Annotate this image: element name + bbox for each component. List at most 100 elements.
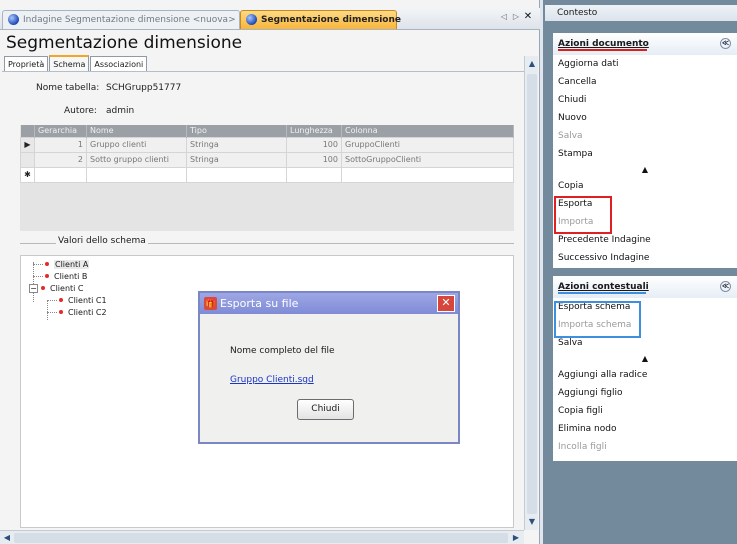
table-row[interactable]: 2 Sotto gruppo clienti Stringa 100 Sotto… bbox=[20, 151, 514, 168]
action-successivo-indagine[interactable]: Successivo Indagine bbox=[553, 249, 737, 267]
cell-lunghezza[interactable]: 100 bbox=[286, 136, 342, 153]
cell-nome[interactable]: Gruppo clienti bbox=[86, 136, 187, 153]
cell-empty[interactable] bbox=[341, 166, 514, 183]
cell-tipo[interactable]: Stringa bbox=[186, 151, 287, 168]
schema-grid: Gerarchia Nome Tipo Lunghezza Colonna ▶ … bbox=[20, 125, 514, 231]
action-stampa[interactable]: Stampa bbox=[553, 145, 737, 163]
document-tabstrip: Indagine Segmentazione dimensione <nuova… bbox=[0, 8, 540, 30]
collapse-icon[interactable]: − bbox=[29, 284, 38, 293]
azioni-documento-header[interactable]: Azioni documento ≪ bbox=[553, 33, 737, 55]
close-tab-icon[interactable]: ✕ bbox=[522, 11, 534, 22]
column-header-colonna[interactable]: Colonna bbox=[341, 125, 514, 137]
blue-highlight-box bbox=[554, 301, 641, 338]
separator-arrow-icon[interactable]: ▲ bbox=[553, 352, 737, 366]
tab-schema[interactable]: Schema bbox=[49, 55, 90, 71]
grid-header-row: Gerarchia Nome Tipo Lunghezza Colonna bbox=[20, 125, 514, 137]
separator-arrow-icon[interactable]: ▲ bbox=[553, 163, 737, 177]
action-copia-figli[interactable]: Copia figli bbox=[553, 402, 737, 420]
tree-node[interactable]: − Clienti C bbox=[29, 284, 84, 294]
action-aggiorna-dati[interactable]: Aggiorna dati bbox=[553, 55, 737, 73]
scroll-right-icon[interactable]: ▶ bbox=[510, 532, 522, 544]
tab-navigation: ◁ ▷ ✕ bbox=[498, 11, 538, 25]
action-salva: Salva bbox=[558, 131, 583, 141]
action-elimina-nodo[interactable]: Elimina nodo bbox=[553, 420, 737, 438]
column-header-nome[interactable]: Nome bbox=[86, 125, 187, 137]
header-underline bbox=[558, 49, 647, 51]
gift-icon: 🎁 bbox=[204, 297, 217, 310]
header-underline bbox=[558, 292, 646, 294]
schema-values-group-title: Valori dello schema bbox=[56, 236, 148, 246]
subtab-bar: Proprietà Schema Associazioni bbox=[4, 55, 148, 72]
column-header-lunghezza[interactable]: Lunghezza bbox=[286, 125, 342, 137]
red-highlight-box bbox=[554, 196, 612, 234]
table-row[interactable]: ▶ 1 Gruppo clienti Stringa 100 GruppoCli… bbox=[20, 136, 514, 153]
action-nuovo[interactable]: Nuovo bbox=[553, 109, 737, 127]
autore-label: Autore: bbox=[64, 106, 97, 116]
scroll-thumb[interactable] bbox=[14, 533, 508, 543]
vertical-scrollbar[interactable]: ▲ ▼ bbox=[524, 56, 538, 530]
action-copia[interactable]: Copia bbox=[553, 177, 737, 195]
dialog-titlebar[interactable]: 🎁 Esporta su file ✕ bbox=[200, 293, 458, 314]
cell-gerarchia[interactable]: 1 bbox=[34, 136, 87, 153]
tab-segmentazione-dimensione[interactable]: Segmentazione dimensione bbox=[240, 10, 401, 29]
cell-empty[interactable] bbox=[86, 166, 187, 183]
globe-icon bbox=[8, 14, 19, 25]
cell-empty[interactable] bbox=[286, 166, 342, 183]
action-aggiungi-figlio[interactable]: Aggiungi figlio bbox=[553, 384, 737, 402]
tab-label: Segmentazione dimensione bbox=[261, 15, 401, 25]
tab-proprieta[interactable]: Proprietà bbox=[4, 56, 49, 72]
grid-header-selector bbox=[20, 125, 35, 137]
new-row-icon[interactable]: ✱ bbox=[20, 166, 35, 183]
azioni-contestuali-header[interactable]: Azioni contestuali ≪ bbox=[553, 276, 737, 298]
row-selector-icon[interactable] bbox=[20, 151, 35, 168]
new-row[interactable]: ✱ bbox=[20, 166, 514, 183]
tree-node[interactable]: Clienti A bbox=[33, 260, 90, 270]
nome-tabella-label: Nome tabella: bbox=[36, 83, 100, 93]
tree-node[interactable]: Clienti C1 bbox=[47, 296, 107, 306]
scroll-left-icon[interactable]: ◀ bbox=[1, 532, 13, 544]
dialog-close-button[interactable]: ✕ bbox=[437, 295, 455, 312]
file-name-label: Nome completo del file bbox=[230, 346, 335, 356]
node-bullet-icon bbox=[59, 310, 63, 314]
cell-empty[interactable] bbox=[34, 166, 87, 183]
tab-label: Indagine Segmentazione dimensione <nuova… bbox=[23, 15, 236, 25]
cell-lunghezza[interactable]: 100 bbox=[286, 151, 342, 168]
column-header-gerarchia[interactable]: Gerarchia bbox=[34, 125, 87, 137]
collapse-panel-icon[interactable]: ≪ bbox=[720, 38, 731, 49]
page-title: Segmentazione dimensione bbox=[6, 33, 243, 53]
action-aggiungi-radice[interactable]: Aggiungi alla radice bbox=[553, 366, 737, 384]
cell-nome[interactable]: Sotto gruppo clienti bbox=[86, 151, 187, 168]
dialog-title: Esporta su file bbox=[220, 297, 299, 310]
node-bullet-icon bbox=[45, 274, 49, 278]
cell-colonna[interactable]: GruppoClienti bbox=[341, 136, 514, 153]
cell-colonna[interactable]: SottoGruppoClienti bbox=[341, 151, 514, 168]
action-chiudi[interactable]: Chiudi bbox=[553, 91, 737, 109]
node-bullet-icon bbox=[59, 298, 63, 302]
cell-empty[interactable] bbox=[186, 166, 287, 183]
action-cancella[interactable]: Cancella bbox=[553, 73, 737, 91]
collapse-panel-icon[interactable]: ≪ bbox=[720, 281, 731, 292]
column-header-tipo[interactable]: Tipo bbox=[186, 125, 287, 137]
action-incolla-figli: Incolla figli bbox=[558, 442, 607, 452]
horizontal-scrollbar[interactable]: ◀ ▶ bbox=[0, 530, 524, 544]
tree-node[interactable]: Clienti B bbox=[33, 272, 87, 282]
nome-tabella-value: SCHGrupp51777 bbox=[106, 83, 182, 93]
scroll-thumb[interactable] bbox=[527, 74, 537, 514]
chiudi-button[interactable]: Chiudi bbox=[297, 399, 354, 420]
globe-icon bbox=[246, 14, 257, 25]
tab-prev-icon[interactable]: ◁ bbox=[498, 12, 510, 21]
node-bullet-icon bbox=[41, 286, 45, 290]
panel-header-label: Azioni documento bbox=[558, 39, 649, 49]
tree-node[interactable]: Clienti C2 bbox=[47, 308, 107, 318]
export-dialog: 🎁 Esporta su file ✕ Nome completo del fi… bbox=[198, 291, 460, 444]
file-link[interactable]: Gruppo Clienti.sgd bbox=[230, 375, 314, 385]
tab-associazioni[interactable]: Associazioni bbox=[90, 56, 148, 72]
scroll-down-icon[interactable]: ▼ bbox=[526, 516, 538, 528]
cell-tipo[interactable]: Stringa bbox=[186, 136, 287, 153]
row-selector-icon[interactable]: ▶ bbox=[20, 136, 35, 153]
tab-next-icon[interactable]: ▷ bbox=[510, 12, 522, 21]
cell-gerarchia[interactable]: 2 bbox=[34, 151, 87, 168]
scroll-up-icon[interactable]: ▲ bbox=[526, 58, 538, 70]
context-title: Contesto bbox=[545, 5, 737, 21]
tab-indagine-segmentazione[interactable]: Indagine Segmentazione dimensione <nuova… bbox=[2, 10, 240, 29]
